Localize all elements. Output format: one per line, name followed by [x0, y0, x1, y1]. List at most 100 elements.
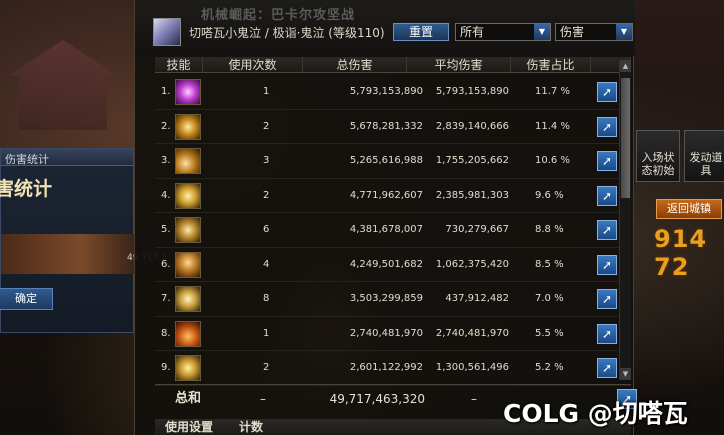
table-row[interactable]: 5. 6 4,381,678,007 730,279,667 8.8 % ➚ [155, 213, 631, 248]
table-row[interactable]: 8. 1 2,740,481,970 2,740,481,970 5.5 % ➚ [155, 317, 631, 351]
skill-icon [175, 113, 201, 140]
row-count: 4 [263, 258, 270, 270]
scroll-up-icon[interactable]: ▲ [620, 60, 631, 72]
row-total: 2,601,122,992 [349, 362, 423, 373]
row-index: 1. [161, 86, 171, 97]
row-count: 2 [263, 189, 270, 201]
use-item-button[interactable]: 发动道具 [684, 130, 724, 182]
skill-icon [175, 320, 201, 347]
header-pct: 伤害占比 [511, 57, 591, 72]
share-icon[interactable]: ➚ [597, 185, 617, 206]
table-row[interactable]: 7. 8 3,503,299,859 437,912,482 7.0 % ➚ [155, 282, 631, 317]
row-total: 2,740,481,970 [349, 327, 423, 339]
share-icon[interactable]: ➚ [597, 151, 617, 171]
total-avg: – [471, 392, 477, 406]
header-total: 总伤害 [303, 57, 407, 72]
row-total: 4,249,501,682 [349, 258, 423, 270]
dungeon-title: 机械崛起：巴卡尔攻坚战 [201, 8, 356, 23]
left-window-title: 伤害统计 [1, 149, 133, 166]
share-icon[interactable]: ➚ [597, 289, 617, 309]
row-avg: 1,300,561,496 [435, 362, 509, 373]
left-stats-window: 伤害统计 害统计 49,717,4 确定 [0, 148, 167, 333]
row-avg: 2,839,140,666 [435, 120, 509, 132]
row-count: 6 [263, 224, 270, 235]
share-icon[interactable]: ➚ [597, 358, 617, 378]
skill-icon [175, 182, 201, 209]
filter-select-value: 所有 [460, 25, 485, 39]
row-index: 7. [161, 293, 171, 304]
row-pct: 5.5 % [535, 327, 564, 339]
header-skill: 技能 [155, 57, 203, 72]
table-row[interactable]: 2. 2 5,678,281,332 2,839,140,666 11.4 % … [155, 110, 631, 144]
row-pct: 7.0 % [535, 293, 564, 304]
row-pct: 8.5 % [535, 258, 564, 270]
row-total: 5,678,281,332 [349, 120, 423, 132]
share-icon[interactable]: ➚ [597, 82, 617, 102]
right-game-ui: 入场状态初始 发动道具 返回城镇 914 72 [634, 0, 724, 435]
row-avg: 1,755,205,662 [435, 155, 509, 166]
character-avatar [153, 18, 181, 46]
row-total: 4,771,962,607 [349, 189, 423, 201]
chevron-down-icon[interactable]: ▼ [534, 24, 550, 40]
row-avg: 437,912,482 [445, 293, 509, 304]
return-town-button[interactable]: 返回城镇 [656, 199, 722, 219]
table-row[interactable]: 4. 2 4,771,962,607 2,385,981,303 9.6 % ➚ [155, 179, 631, 213]
total-damage: 49,717,463,320 [329, 392, 425, 406]
skill-icon [175, 286, 201, 312]
row-pct: 9.6 % [535, 189, 564, 201]
footer-count-tab[interactable]: 计数 [239, 419, 263, 435]
row-index: 6. [161, 258, 171, 270]
row-count: 2 [263, 120, 270, 132]
header-count: 使用次数 [203, 57, 303, 72]
table-body: 1. 1 5,793,153,890 5,793,153,890 11.7 % … [155, 75, 631, 386]
row-count: 2 [263, 362, 270, 373]
row-count: 8 [263, 293, 270, 304]
row-avg: 2,740,481,970 [435, 327, 509, 339]
skill-icon [175, 355, 201, 381]
left-window-heading: 害统计 [0, 178, 53, 200]
share-icon[interactable]: ➚ [597, 220, 617, 240]
reset-button[interactable]: 重置 [393, 23, 449, 41]
skill-icon [175, 79, 201, 105]
damage-digits: 914 72 [654, 225, 708, 281]
left-window-bar [1, 234, 135, 274]
row-index: 2. [161, 120, 171, 132]
share-icon[interactable]: ➚ [597, 116, 617, 137]
row-pct: 11.7 % [535, 86, 570, 97]
skill-icon [175, 217, 201, 243]
share-icon[interactable]: ➚ [597, 323, 617, 344]
row-count: 1 [263, 86, 270, 97]
table-row[interactable]: 3. 3 5,265,616,988 1,755,205,662 10.6 % … [155, 144, 631, 179]
scroll-down-icon[interactable]: ▼ [620, 368, 631, 380]
row-total: 5,793,153,890 [349, 86, 423, 97]
background-building [8, 40, 118, 130]
filter-select[interactable]: 所有 ▼ [455, 23, 551, 41]
window-header: 机械崛起：巴卡尔攻坚战 切嗒瓦小鬼泣 / 极诣·鬼泣 (等级110) 重置 所有… [135, 0, 635, 56]
table-row[interactable]: 6. 4 4,249,501,682 1,062,375,420 8.5 % ➚ [155, 248, 631, 282]
reset-state-button[interactable]: 入场状态初始 [636, 130, 680, 182]
row-avg: 1,062,375,420 [435, 258, 509, 270]
row-total: 5,265,616,988 [349, 155, 423, 166]
total-count: – [260, 392, 266, 406]
confirm-button[interactable]: 确定 [0, 288, 53, 310]
type-select[interactable]: 伤害 ▼ [555, 23, 633, 41]
scroll-thumb[interactable] [621, 78, 630, 198]
row-index: 8. [161, 327, 171, 339]
row-pct: 8.8 % [535, 224, 564, 235]
footer-setting-tab[interactable]: 使用设置 [165, 419, 213, 435]
table-row[interactable]: 9. 2 2,601,122,992 1,300,561,496 5.2 % ➚ [155, 351, 631, 386]
row-pct: 11.4 % [535, 120, 570, 132]
row-avg: 730,279,667 [445, 224, 509, 235]
chevron-down-icon[interactable]: ▼ [616, 24, 632, 40]
watermark: COLG @切嗒瓦 [503, 399, 688, 428]
row-avg: 2,385,981,303 [435, 189, 509, 201]
type-select-value: 伤害 [560, 25, 585, 39]
row-count: 1 [263, 327, 270, 339]
table-row[interactable]: 1. 1 5,793,153,890 5,793,153,890 11.7 % … [155, 75, 631, 110]
total-label: 总和 [175, 391, 202, 406]
table-scrollbar[interactable]: ▲ ▼ [619, 60, 631, 380]
header-avg: 平均伤害 [407, 57, 511, 72]
share-icon[interactable]: ➚ [597, 254, 617, 275]
row-index: 5. [161, 224, 171, 235]
damage-stats-window: 机械崛起：巴卡尔攻坚战 切嗒瓦小鬼泣 / 极诣·鬼泣 (等级110) 重置 所有… [134, 0, 637, 435]
